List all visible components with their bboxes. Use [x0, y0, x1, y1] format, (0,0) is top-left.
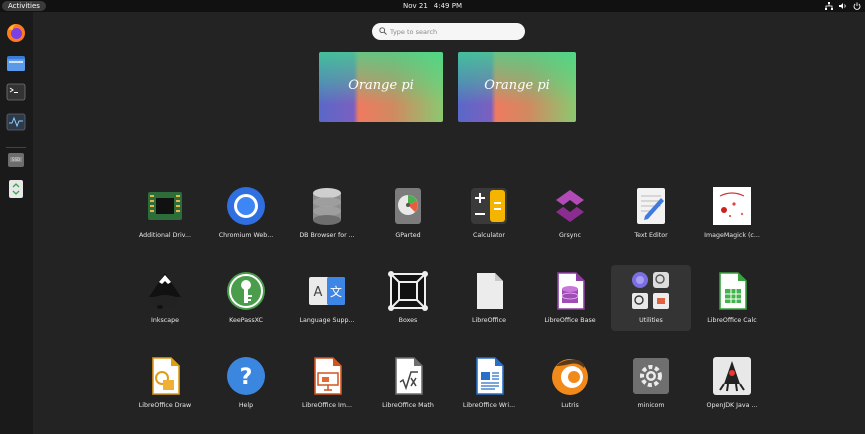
app-label: minicom — [637, 402, 665, 409]
app-label: LibreOffice — [472, 317, 506, 324]
search-icon — [379, 27, 387, 35]
app-libreoffice-calc[interactable]: LibreOffice Calc — [692, 271, 772, 341]
app-libreoffice[interactable]: LibreOffice — [449, 271, 529, 341]
app-boxes[interactable]: Boxes — [368, 271, 448, 341]
app-label: Utilities — [639, 317, 663, 324]
svg-text:?: ? — [240, 365, 253, 390]
libreoffice-calc-icon — [712, 271, 752, 311]
chip-icon — [145, 186, 185, 226]
app-text-editor[interactable]: Text Editor — [611, 186, 691, 256]
language-support-icon: A文 — [307, 271, 347, 311]
app-lutris[interactable]: Lutris — [530, 356, 610, 426]
app-openjdk-java[interactable]: OpenJDK Java ... — [692, 356, 772, 426]
clock[interactable]: Nov 21 4:49 PM — [0, 0, 865, 12]
app-label: LibreOffice Calc — [707, 317, 757, 324]
svg-text:文: 文 — [330, 284, 342, 299]
system-monitor-icon[interactable] — [4, 110, 28, 134]
database-icon — [307, 186, 347, 226]
top-bar: Activities Nov 21 4:49 PM — [0, 0, 865, 12]
app-libreoffice-math[interactable]: LibreOffice Math — [368, 356, 448, 426]
network-icon — [825, 2, 833, 10]
app-label: Chromium Web... — [218, 232, 274, 239]
app-calculator[interactable]: Calculator — [449, 186, 529, 256]
app-help[interactable]: ? Help — [206, 356, 286, 426]
app-label: ImageMagick (c... — [704, 232, 760, 239]
trash-icon[interactable] — [4, 177, 28, 201]
lutris-icon — [550, 356, 590, 396]
app-minicom[interactable]: minicom — [611, 356, 691, 426]
app-gparted[interactable]: GParted — [368, 186, 448, 256]
workspace-thumbnail-2[interactable]: Orange pi — [458, 52, 576, 122]
keepassxc-icon — [226, 271, 266, 311]
chromium-icon — [226, 186, 266, 226]
files-icon[interactable] — [4, 51, 28, 75]
minicom-icon — [631, 356, 671, 396]
inkscape-icon — [145, 271, 185, 311]
app-label: Grsync — [559, 232, 581, 239]
ssd-drive-icon[interactable]: SSD — [4, 148, 28, 172]
help-icon: ? — [226, 356, 266, 396]
app-chromium[interactable]: Chromium Web... — [206, 186, 286, 256]
power-icon — [853, 2, 861, 10]
app-label: LibreOffice Base — [544, 317, 596, 324]
workspace-wallpaper-logo: Orange pi — [348, 78, 414, 93]
app-label: Lutris — [561, 402, 579, 409]
text-editor-icon — [631, 186, 671, 226]
app-label: Calculator — [473, 232, 505, 239]
app-libreoffice-base[interactable]: LibreOffice Base — [530, 271, 610, 341]
boxes-icon — [388, 271, 428, 311]
workspace-thumbnail-1[interactable]: Orange pi — [319, 52, 443, 122]
app-label: KeePassXC — [229, 317, 263, 324]
app-label: Additional Driv... — [138, 232, 192, 239]
app-libreoffice-impress[interactable]: LibreOffice Im... — [287, 356, 367, 426]
clock-time: 4:49 PM — [433, 2, 462, 10]
libreoffice-base-icon — [550, 271, 590, 311]
dock: SSD — [0, 12, 33, 434]
libreoffice-math-icon — [388, 356, 428, 396]
libreoffice-impress-icon — [307, 356, 347, 396]
libreoffice-icon — [469, 271, 509, 311]
app-label: Help — [238, 402, 254, 409]
imagemagick-icon — [712, 186, 752, 226]
app-label: LibreOffice Math — [382, 402, 434, 409]
app-keepassxc[interactable]: KeePassXC — [206, 271, 286, 341]
app-label: GParted — [395, 232, 421, 239]
calculator-icon — [469, 186, 509, 226]
svg-text:A: A — [314, 285, 323, 300]
app-label: Boxes — [398, 317, 418, 324]
firefox-icon[interactable] — [4, 21, 28, 45]
app-libreoffice-writer[interactable]: LibreOffice Wri... — [449, 356, 529, 426]
app-inkscape[interactable]: Inkscape — [125, 271, 205, 341]
app-label: DB Browser for ... — [299, 232, 355, 239]
app-label: LibreOffice Wri... — [462, 402, 516, 409]
svg-text:SSD: SSD — [12, 157, 20, 162]
app-label: Text Editor — [634, 232, 668, 239]
terminal-icon[interactable] — [4, 80, 28, 104]
gparted-icon — [388, 186, 428, 226]
app-grsync[interactable]: Grsync — [530, 186, 610, 256]
libreoffice-writer-icon — [469, 356, 509, 396]
app-imagemagick[interactable]: ImageMagick (c... — [692, 186, 772, 256]
app-label: Inkscape — [151, 317, 179, 324]
app-label: OpenJDK Java ... — [706, 402, 758, 409]
search-field[interactable] — [372, 23, 525, 40]
app-folder-utilities[interactable]: Utilities — [611, 265, 691, 331]
utilities-folder-icon — [631, 271, 671, 311]
clock-date: Nov 21 — [402, 2, 428, 10]
app-additional-drivers[interactable]: Additional Driv... — [125, 186, 205, 256]
app-label: LibreOffice Im... — [302, 402, 352, 409]
app-label: Language Supp... — [299, 317, 355, 324]
search-input[interactable] — [390, 24, 515, 39]
app-libreoffice-draw[interactable]: LibreOffice Draw — [125, 356, 205, 426]
system-menu[interactable] — [825, 2, 861, 10]
app-language-support[interactable]: A文 Language Supp... — [287, 271, 367, 341]
app-db-browser[interactable]: DB Browser for ... — [287, 186, 367, 256]
volume-icon — [839, 3, 846, 9]
workspace-wallpaper-logo: Orange pi — [484, 78, 550, 93]
grsync-icon — [550, 186, 590, 226]
java-icon — [712, 356, 752, 396]
app-label: LibreOffice Draw — [138, 402, 192, 409]
libreoffice-draw-icon — [145, 356, 185, 396]
